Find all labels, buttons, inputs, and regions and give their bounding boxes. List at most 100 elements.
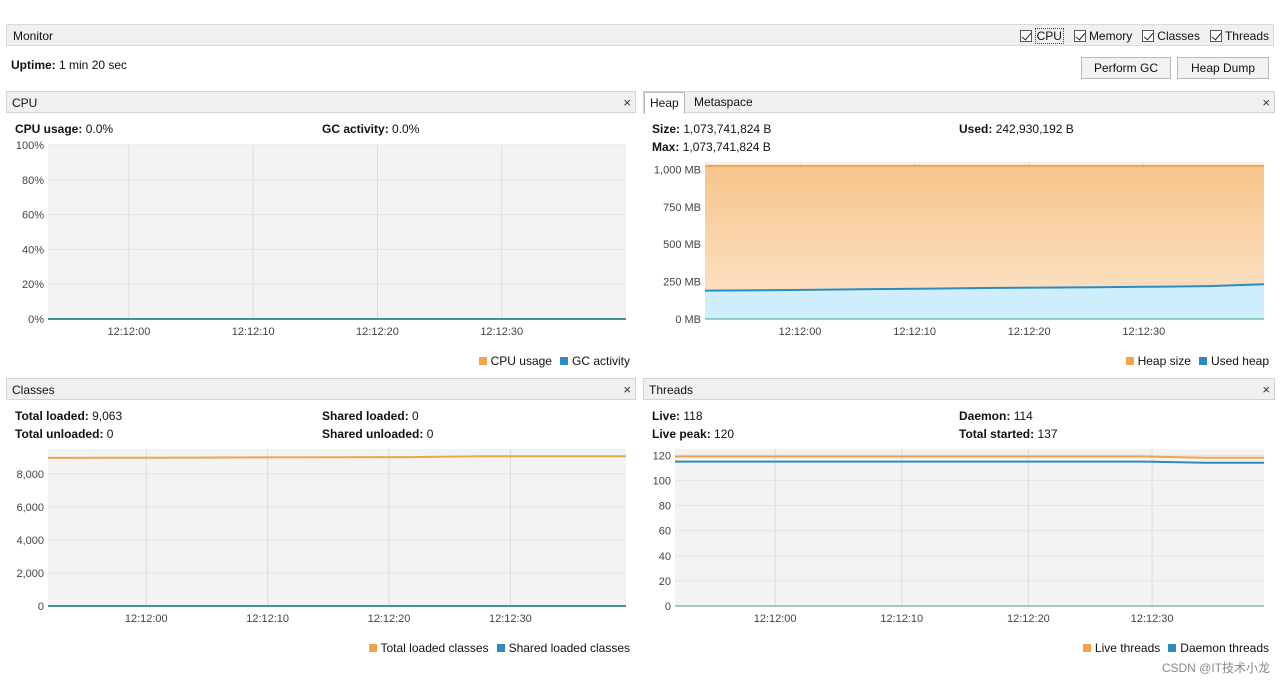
perform-gc-button[interactable]: Perform GC (1081, 57, 1171, 79)
heap-chart: 0 MB 250 MB 500 MB 750 MB 1,000 MB 12:12:00 12… (654, 162, 1265, 338)
shared-unloaded-stat: Shared unloaded: 0 (322, 427, 433, 441)
legend-item: Daemon threads (1168, 641, 1269, 655)
threads-legend: Live threads Daemon threads (1082, 641, 1269, 655)
threads-checkbox[interactable]: Threads (1209, 28, 1269, 44)
cpu-panel: CPU × CPU usage: 0.0% GC activity: 0.0% … (6, 91, 636, 375)
legend-label: CPU usage (490, 354, 552, 368)
plot-area (48, 449, 626, 606)
legend-swatch (1198, 357, 1207, 365)
monitor-title: Monitor (13, 29, 54, 43)
legend-swatch (478, 357, 487, 365)
y-tick-label: 20% (22, 279, 44, 291)
live-peak-stat: Live peak: 120 (652, 427, 734, 441)
live-value: 118 (683, 409, 703, 423)
cpu-panel-title: CPU (12, 96, 38, 110)
x-tick-label: 12:12:10 (246, 613, 289, 625)
shared-loaded-stat: Shared loaded: 0 (322, 409, 419, 423)
y-tick-label: 80% (22, 175, 44, 187)
legend-item: Total loaded classes (368, 641, 489, 655)
legend-swatch (559, 357, 568, 365)
plot-area (48, 145, 626, 319)
legend-label: GC activity (571, 354, 630, 368)
legend-swatch (496, 644, 505, 652)
daemon-label: Daemon: (959, 409, 1011, 423)
tab-metaspace[interactable]: Metaspace (689, 92, 758, 114)
checkbox-checked-icon[interactable] (1209, 30, 1222, 42)
total-loaded-value: 9,063 (92, 409, 123, 423)
shared-unloaded-label: Shared unloaded: (322, 427, 424, 441)
threads-chart: 0 20 40 60 80 100 120 12:12:00 12:12:10 12:12:20 1… (653, 449, 1264, 625)
y-tick-label: 0 (665, 601, 671, 613)
total-unloaded-stat: Total unloaded: 0 (15, 427, 113, 441)
x-tick-label: 12:12:10 (893, 326, 936, 338)
y-tick-label: 60 (659, 526, 671, 538)
y-tick-label: 40% (22, 244, 44, 256)
x-tick-label: 12:12:10 (880, 613, 923, 625)
x-tick-label: 12:12:00 (754, 613, 797, 625)
x-tick-label: 12:12:30 (1131, 613, 1174, 625)
y-tick-label: 0% (28, 314, 44, 326)
shared-unloaded-value: 0 (426, 427, 434, 441)
heap-size-value: 1,073,741,824 B (683, 122, 772, 136)
heap-max-label: Max: (652, 140, 680, 154)
cpu-usage-stat: CPU usage: 0.0% (15, 122, 113, 136)
y-tick-label: 500 MB (663, 239, 701, 251)
heap-used-stat: Used: 242,930,192 B (959, 122, 1074, 136)
y-tick-label: 0 MB (675, 314, 701, 326)
x-tick-label: 12:12:30 (489, 613, 532, 625)
daemon-threads-stat: Daemon: 114 (959, 409, 1033, 423)
gc-activity-stat: GC activity: 0.0% (322, 122, 419, 136)
cpu-usage-label: CPU usage: (15, 122, 83, 136)
close-icon[interactable]: × (1262, 95, 1270, 110)
total-unloaded-value: 0 (106, 427, 114, 441)
cpu-chart: 0% 20% 40% 60% 80% 100% 12:12:00 12:12:10 12:12:… (16, 141, 626, 338)
memory-checkbox[interactable]: Memory (1073, 28, 1133, 44)
threads-panel-title: Threads (649, 383, 694, 397)
uptime-label: Uptime: (11, 58, 56, 72)
y-tick-label: 750 MB (663, 202, 701, 214)
heap-size-stat: Size: 1,073,741,824 B (652, 122, 771, 136)
legend-label: Total loaded classes (380, 641, 489, 655)
x-tick-label: 12:12:20 (368, 613, 411, 625)
memory-checkbox-label: Memory (1088, 29, 1133, 43)
x-tick-label: 12:12:00 (108, 326, 151, 338)
y-tick-label: 8,000 (16, 469, 44, 481)
y-tick-label: 250 MB (663, 277, 701, 289)
legend-label: Heap size (1137, 354, 1191, 368)
plot-area (675, 449, 1264, 606)
heap-legend: Heap size Used heap (1125, 354, 1269, 368)
legend-item: CPU usage (478, 354, 552, 368)
classes-checkbox-label: Classes (1157, 29, 1200, 43)
close-icon[interactable]: × (623, 382, 631, 397)
y-tick-label: 100% (16, 141, 44, 152)
checkbox-checked-icon[interactable] (1019, 30, 1032, 42)
heap-max-value: 1,073,741,824 B (682, 140, 771, 154)
legend-swatch (1168, 644, 1177, 652)
uptime-value: 1 min 20 sec (59, 58, 128, 72)
gc-activity-label: GC activity: (322, 122, 389, 136)
x-tick-label: 12:12:00 (779, 326, 822, 338)
y-tick-label: 1,000 MB (654, 164, 701, 176)
close-icon[interactable]: × (623, 95, 631, 110)
heap-max-stat: Max: 1,073,741,824 B (652, 140, 771, 154)
watermark: CSDN @IT技术小龙 (1161, 661, 1270, 675)
close-icon[interactable]: × (1262, 382, 1270, 397)
total-unloaded-label: Total unloaded: (15, 427, 104, 441)
checkbox-checked-icon[interactable] (1073, 30, 1086, 42)
total-started-stat: Total started: 137 (959, 427, 1058, 441)
classes-checkbox[interactable]: Classes (1142, 28, 1200, 44)
threads-panel-header: Threads × (643, 378, 1275, 400)
cpu-checkbox[interactable]: CPU (1019, 28, 1064, 44)
monitor-toolbar: Monitor CPU Memory Classes Threads (6, 24, 1274, 46)
y-tick-label: 40 (659, 551, 671, 563)
x-tick-label: 12:12:30 (480, 326, 523, 338)
heap-dump-button[interactable]: Heap Dump (1177, 57, 1269, 79)
live-peak-value: 120 (714, 427, 735, 441)
checkbox-checked-icon[interactable] (1142, 30, 1155, 42)
classes-chart: 0 2,000 4,000 6,000 8,000 12:12:00 12:12:10 12:… (16, 449, 626, 625)
live-threads-stat: Live: 118 (652, 409, 703, 423)
cpu-usage-value: 0.0% (85, 122, 114, 136)
tab-heap[interactable]: Heap (644, 92, 685, 114)
heap-panel: Heap Metaspace × Size: 1,073,741,824 B U… (643, 91, 1275, 375)
shared-loaded-label: Shared loaded: (322, 409, 409, 423)
